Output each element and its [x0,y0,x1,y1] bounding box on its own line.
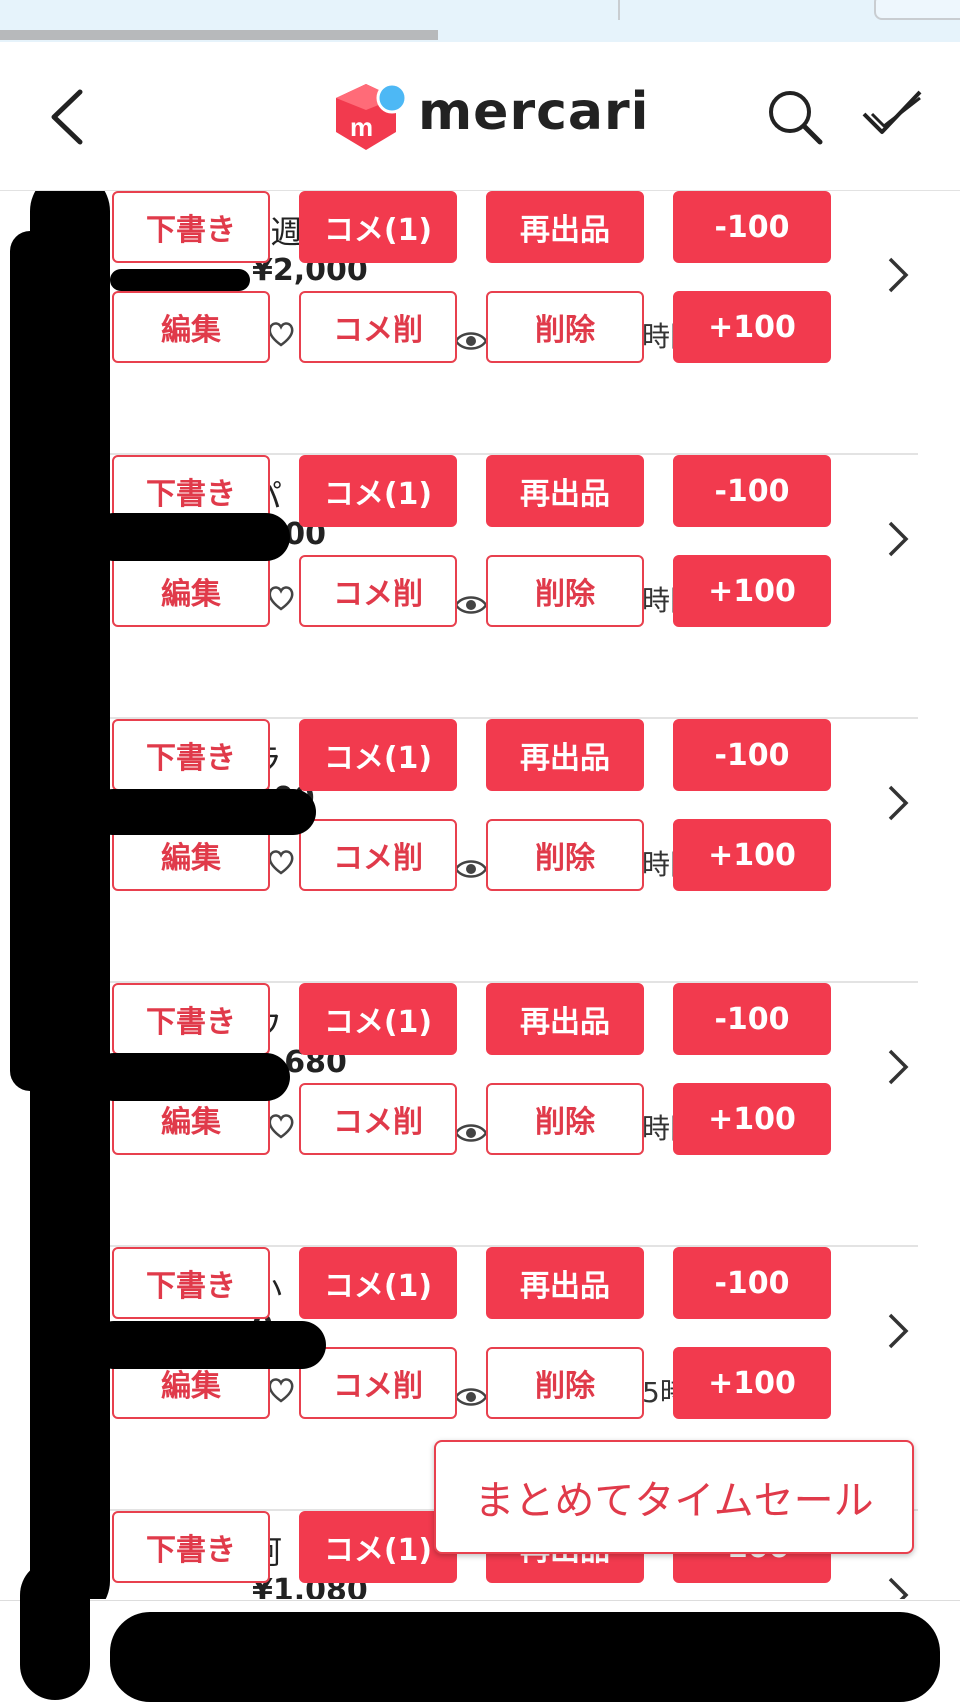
comment-button[interactable]: コメ(1) [299,191,457,263]
relist-button[interactable]: 再出品 [486,191,644,263]
chevron-right-icon[interactable] [886,519,910,559]
delete-comment-button[interactable]: コメ削 [299,1347,457,1419]
redaction-mark [10,231,50,1091]
page-load-progress [0,30,438,40]
relist-button[interactable]: 再出品 [486,719,644,791]
heart-icon [268,1114,294,1139]
heart-icon [268,850,294,875]
comment-button[interactable]: コメ(1) [299,1247,457,1319]
heart-icon [268,322,294,347]
search-icon [769,91,823,145]
eye-icon [454,1124,488,1142]
search-button[interactable] [764,86,828,150]
check-icon [862,90,922,134]
app-header: m mercari [0,42,960,191]
relist-button[interactable]: 再出品 [486,1247,644,1319]
price-minus-button[interactable]: -100 [673,1247,831,1319]
chevron-right-icon[interactable] [886,255,910,295]
mercari-cube-icon: m [336,82,408,150]
chevron-right-icon[interactable] [886,783,910,823]
select-check-button[interactable] [858,84,928,144]
price-minus-button[interactable]: -100 [673,455,831,527]
draft-button[interactable]: 下書き [112,1511,270,1583]
price-plus-button[interactable]: +100 [673,291,831,363]
redaction-mark [90,1321,326,1369]
redaction-mark [110,1612,940,1702]
chevron-right-icon[interactable] [886,1047,910,1087]
redaction-mark [90,789,316,835]
delete-comment-button[interactable]: コメ削 [299,1083,457,1155]
price-plus-button[interactable]: +100 [673,819,831,891]
chrome-separator [618,0,620,20]
comment-button[interactable]: コメ(1) [299,455,457,527]
price-minus-button[interactable]: -100 [673,191,831,263]
delete-comment-button[interactable]: コメ削 [299,291,457,363]
comment-button[interactable]: コメ(1) [299,983,457,1055]
edit-button[interactable]: 編集 [112,291,270,363]
delete-button[interactable]: 削除 [486,1083,644,1155]
delete-button[interactable]: 削除 [486,1347,644,1419]
relist-button[interactable]: 再出品 [486,455,644,527]
draft-button[interactable]: 下書き [112,1247,270,1319]
mercari-logo: m mercari [330,76,648,156]
brand-wordmark: mercari [418,82,650,142]
edit-button[interactable]: 編集 [112,555,270,627]
redaction-mark [90,1053,290,1101]
relist-button[interactable]: 再出品 [486,983,644,1055]
browser-chrome [0,0,960,42]
browser-tab-switcher[interactable] [874,0,960,20]
svg-text:m: m [350,112,373,142]
listing-list[interactable]: 3週 ¥2,000 時間 下書き コメ(1) 再出品 -100 編集 コメ削 削… [0,191,960,1599]
comment-button[interactable]: コメ(1) [299,719,457,791]
list-item[interactable]: パ ,800 時間 下書き コメ(1) 再出品 -100 編集 コメ削 削除 +… [0,455,960,719]
chevron-right-icon[interactable] [886,1575,910,1599]
heart-icon [268,1378,294,1403]
price-minus-button[interactable]: -100 [673,719,831,791]
list-item[interactable]: ラ 000 時間 下書き コメ(1) 再出品 -100 編集 コメ削 削除 +1… [0,719,960,983]
delete-button[interactable]: 削除 [486,555,644,627]
heart-icon [268,586,294,611]
back-button[interactable] [40,82,100,152]
back-chevron-icon [51,89,83,145]
list-item[interactable]: ウ 1,680 時間 下書き コメ(1) 再出品 -100 編集 コメ削 削除 … [0,983,960,1247]
draft-button[interactable]: 下書き [112,719,270,791]
draft-button[interactable]: 下書き [112,191,270,263]
bulk-time-sale-button[interactable]: まとめてタイムセール [434,1440,914,1554]
draft-button[interactable]: 下書き [112,983,270,1055]
delete-button[interactable]: 削除 [486,819,644,891]
eye-icon [454,332,488,350]
eye-icon [454,596,488,614]
eye-icon [454,1388,488,1406]
redaction-mark [20,1560,90,1700]
price-plus-button[interactable]: +100 [673,1347,831,1419]
redaction-mark [90,513,290,561]
eye-icon [454,860,488,878]
delete-comment-button[interactable]: コメ削 [299,555,457,627]
delete-button[interactable]: 削除 [486,291,644,363]
price-plus-button[interactable]: +100 [673,1083,831,1155]
price-minus-button[interactable]: -100 [673,983,831,1055]
chevron-right-icon[interactable] [886,1311,910,1351]
list-item[interactable]: 3週 ¥2,000 時間 下書き コメ(1) 再出品 -100 編集 コメ削 削… [0,191,960,455]
delete-comment-button[interactable]: コメ削 [299,819,457,891]
price-plus-button[interactable]: +100 [673,555,831,627]
redaction-mark [110,269,250,291]
